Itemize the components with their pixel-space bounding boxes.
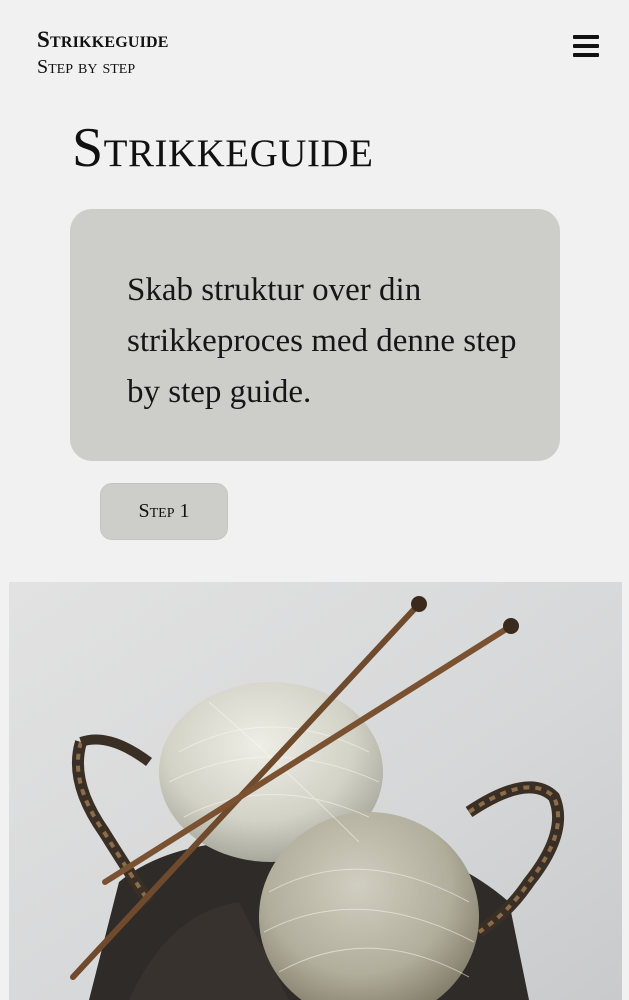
menu-bar: [573, 53, 599, 57]
menu-bar: [573, 35, 599, 39]
menu-bar: [573, 44, 599, 48]
hero-image: [9, 582, 622, 1000]
brand-subtitle: Step by step: [37, 56, 136, 78]
brand-title[interactable]: Strikkeguide: [37, 27, 169, 53]
intro-card: Skab struktur over din strikkeproces med…: [70, 209, 560, 461]
site-header: Strikkeguide Step by step: [0, 0, 629, 100]
yarn-basket-illustration: [9, 582, 622, 1000]
page-title: Strikkeguide: [72, 117, 374, 179]
brand[interactable]: Strikkeguide Step by step: [37, 27, 169, 79]
hamburger-menu-icon[interactable]: [572, 34, 600, 60]
intro-text: Skab struktur over din strikkeproces med…: [127, 272, 517, 410]
step-1-button[interactable]: Step 1: [100, 483, 228, 540]
